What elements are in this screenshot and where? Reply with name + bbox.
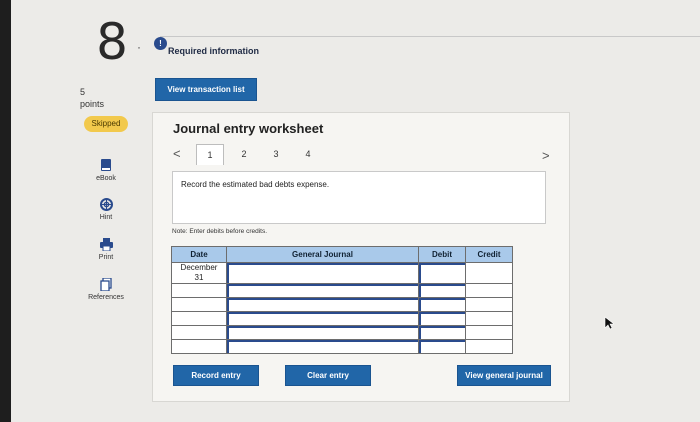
ebook-label: eBook [96,175,116,182]
instruction-text: Record the estimated bad debts expense. [181,180,330,189]
mouse-cursor-icon [604,316,614,330]
account-input[interactable] [226,325,419,340]
table-row [171,325,513,340]
print-label: Print [98,254,114,261]
credit-input[interactable] [465,283,513,298]
credit-input[interactable] [465,262,513,284]
hint-label: Hint [99,214,113,221]
account-input[interactable] [226,297,419,312]
previous-tab-chevron-icon[interactable]: < [173,146,181,161]
date-cell [171,297,227,312]
table-row [171,311,513,326]
view-transaction-list-button[interactable]: View transaction list [155,78,257,101]
account-input[interactable] [226,283,419,298]
printer-icon [99,238,113,251]
book-icon [101,159,111,171]
references-label: References [88,294,124,301]
debit-input[interactable] [418,311,466,326]
account-input[interactable] [226,262,419,284]
credit-input[interactable] [465,339,513,354]
journal-table: Date General Journal Debit Credit Decemb… [171,246,513,354]
points-value: 5 [80,87,86,97]
record-entry-button[interactable]: Record entry [173,365,259,386]
print-button[interactable]: Print [84,238,128,261]
date-cell [171,325,227,340]
required-information-label[interactable]: Required information [168,46,259,56]
status-badge: Skipped [84,116,128,132]
points-info: 5 points [80,86,104,110]
next-tab-chevron-icon[interactable]: > [542,148,550,163]
documents-icon [100,278,112,291]
note-text: Note: Enter debits before credits. [172,228,268,235]
general-journal-column-header: General Journal [226,246,419,263]
credit-input[interactable] [465,297,513,312]
date-cell [171,339,227,354]
clear-entry-button[interactable]: Clear entry [285,365,371,386]
worksheet-title: Journal entry worksheet [173,121,324,136]
table-row [171,297,513,312]
debit-input[interactable] [418,339,466,354]
debit-input[interactable] [418,297,466,312]
points-label: points [80,99,105,109]
tab-4[interactable]: 4 [300,144,316,164]
debit-input[interactable] [418,325,466,340]
alert-icon: ! [154,37,167,50]
ebook-button[interactable]: eBook [84,159,128,182]
hint-button[interactable]: Hint [84,198,128,221]
account-input[interactable] [226,339,419,354]
view-general-journal-button[interactable]: View general journal [457,365,551,386]
debit-input[interactable] [418,283,466,298]
debit-input[interactable] [418,262,466,284]
tab-1[interactable]: 1 [196,144,224,165]
window-edge [0,0,11,422]
debit-column-header: Debit [418,246,466,263]
tab-3[interactable]: 3 [268,144,284,164]
instruction-box [172,171,546,224]
table-row [171,339,513,354]
question-number: 8 [96,13,128,71]
tab-2[interactable]: 2 [236,144,252,164]
account-input[interactable] [226,311,419,326]
date-cell [171,283,227,298]
table-row: December 31 [171,262,513,284]
credit-column-header: Credit [465,246,513,263]
table-row [171,283,513,298]
credit-input[interactable] [465,325,513,340]
date-cell [171,311,227,326]
section-divider [160,36,700,37]
question-dot: · [137,40,141,54]
credit-input[interactable] [465,311,513,326]
date-month: December [180,263,218,272]
date-cell: December 31 [171,262,227,284]
date-day: 31 [194,273,204,282]
lifebuoy-icon [99,198,113,211]
references-button[interactable]: References [84,278,128,301]
date-column-header: Date [171,246,227,263]
